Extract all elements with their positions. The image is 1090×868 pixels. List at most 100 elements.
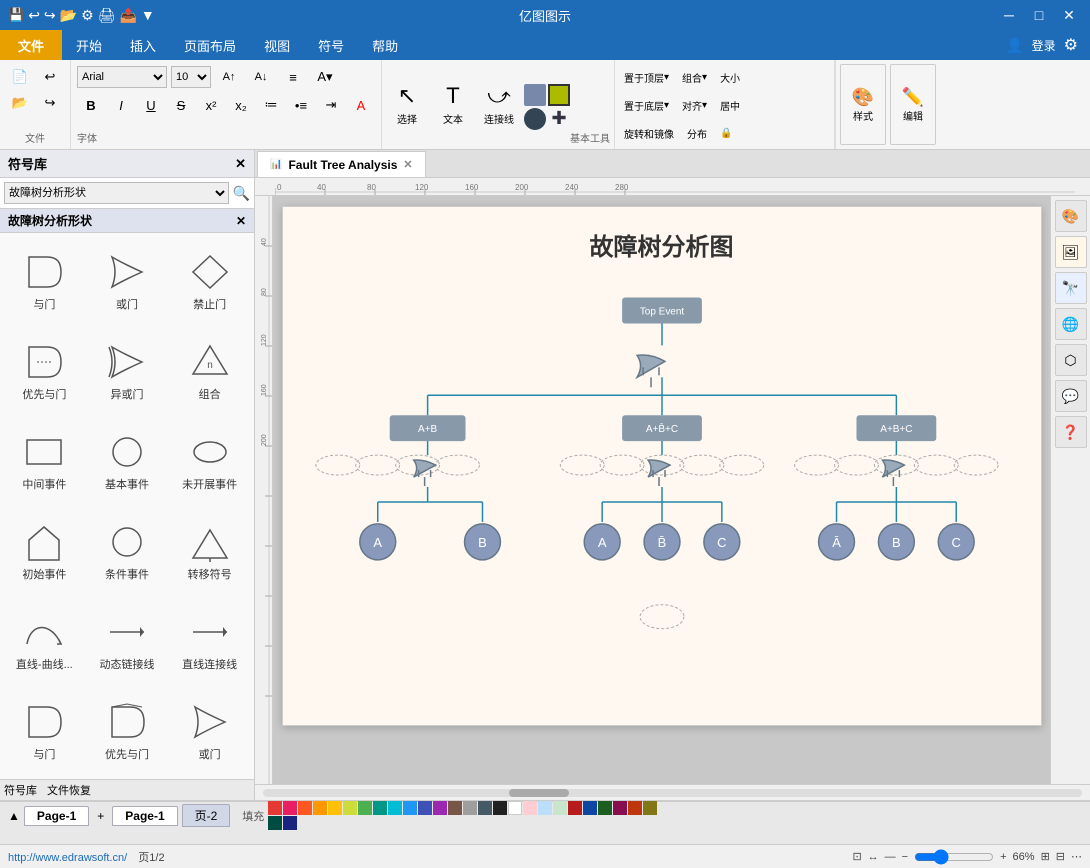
minimize-button[interactable]: ─ — [996, 5, 1022, 25]
font-color-button[interactable]: A — [347, 92, 375, 118]
menu-insert[interactable]: 插入 — [116, 30, 170, 60]
stroke-color-swatch[interactable] — [548, 84, 570, 106]
color-swatch-navy[interactable] — [283, 816, 297, 830]
search-panel-button[interactable]: 🔭 — [1055, 272, 1087, 304]
print-icon[interactable]: 🖨 — [98, 7, 116, 24]
edit-panel[interactable]: ✏️ 编辑 — [890, 64, 936, 145]
color-swatch-indigo[interactable] — [418, 801, 432, 815]
symbol-basic-event[interactable]: 基本事件 — [87, 417, 168, 505]
text-tool-button[interactable]: T 文本 — [432, 76, 474, 134]
menu-start[interactable]: 开始 — [62, 30, 116, 60]
symbol-priority-and-gate[interactable]: 优先与门 — [4, 327, 85, 415]
connect-tool-button[interactable]: ⤻ 连接线 — [478, 76, 520, 134]
color-swatch-teal[interactable] — [373, 801, 387, 815]
color-swatch-cyan[interactable] — [388, 801, 402, 815]
close-button[interactable]: ✕ — [1056, 5, 1082, 25]
symbol-footer-tab2[interactable]: 文件恢复 — [47, 782, 91, 798]
underline-button[interactable]: U — [137, 92, 165, 118]
fit-page-icon[interactable]: ⊡ — [852, 850, 861, 863]
color-swatch-dark-green[interactable] — [598, 801, 612, 815]
color-swatch-light-blue[interactable] — [538, 801, 552, 815]
maximize-button[interactable]: □ — [1026, 5, 1052, 25]
menu-help[interactable]: 帮助 — [358, 30, 412, 60]
fit-width-icon[interactable]: ↔ — [868, 851, 879, 863]
rotate-button[interactable]: 旋转和镜像 — [619, 120, 679, 146]
redo-toolbar-button[interactable]: ↪ — [36, 90, 64, 116]
save-icon[interactable]: 💾 — [8, 7, 24, 23]
menu-view[interactable]: 视图 — [250, 30, 304, 60]
color-swatch-pink[interactable] — [283, 801, 297, 815]
symbol-search-icon[interactable]: 🔍 — [233, 185, 250, 202]
zoom-slider[interactable] — [914, 849, 994, 865]
horizontal-scrollbar[interactable] — [255, 784, 1090, 800]
symbol-combination[interactable]: n 组合 — [169, 327, 250, 415]
page-tab-1[interactable]: Page-1 — [24, 806, 89, 826]
bullet-button[interactable]: •≡ — [287, 92, 315, 118]
symbol-transfer[interactable]: 转移符号 — [169, 507, 250, 595]
color-swatch-amber[interactable] — [313, 801, 327, 815]
palette-button[interactable]: 🎨 — [1055, 200, 1087, 232]
to-top-button[interactable]: 置于顶层▾ — [619, 64, 674, 90]
symbol-straight-connector[interactable]: 直线连接线 — [169, 597, 250, 685]
view-mode-icon[interactable]: ⊞ — [1041, 850, 1050, 863]
symbol-xor-gate[interactable]: 异或门 — [87, 327, 168, 415]
section-collapse-icon[interactable]: ✕ — [236, 214, 246, 228]
color-swatch-white[interactable] — [508, 801, 522, 815]
zoom-out-button[interactable]: − — [902, 851, 908, 863]
increase-font-button[interactable]: A↑ — [215, 64, 243, 90]
menu-page-layout[interactable]: 页面布局 — [170, 30, 250, 60]
list-button[interactable]: ≔ — [257, 92, 285, 118]
canvas-scroll[interactable]: 故障树分析图 — [273, 196, 1050, 784]
subscript-button[interactable]: x₂ — [227, 92, 255, 118]
bold-button[interactable]: B — [77, 92, 105, 118]
font-size-select[interactable]: 10 — [171, 66, 211, 88]
zoom-in-button[interactable]: + — [1000, 851, 1006, 863]
to-bottom-button[interactable]: 置于底层▾ — [619, 92, 674, 118]
group-button[interactable]: 组合▾ — [677, 64, 712, 90]
symbol-house-event[interactable]: 初始事件 — [4, 507, 85, 595]
color-swatch-gray[interactable] — [463, 801, 477, 815]
strikethrough-button[interactable]: S — [167, 92, 195, 118]
symbol-line-curve[interactable]: 直线-曲线... — [4, 597, 85, 685]
center-button[interactable]: 居中 — [715, 92, 745, 118]
h-scrollbar-thumb[interactable] — [509, 789, 569, 797]
globe-button[interactable]: 🌐 — [1055, 308, 1087, 340]
status-link[interactable]: http://www.edrawsoft.cn/ — [8, 852, 127, 864]
color-swatch-olive[interactable] — [643, 801, 657, 815]
color-swatch-purple[interactable] — [433, 801, 447, 815]
symbol-and-gate[interactable]: 与门 — [4, 237, 85, 325]
page-tab-2[interactable]: Page-1 — [112, 806, 177, 826]
symbol-lib-close-button[interactable]: ✕ — [235, 156, 246, 172]
select-tool-button[interactable]: ↖ 选择 — [386, 76, 428, 134]
connector-type-button[interactable]: ✚ — [548, 108, 570, 130]
open-toolbar-button[interactable]: 📂 — [6, 90, 34, 116]
align-arrange-button[interactable]: 对齐▾ — [677, 92, 712, 118]
help-panel-button[interactable]: ❓ — [1055, 416, 1087, 448]
distribute-button[interactable]: 分布 — [682, 120, 712, 146]
color-swatch-black[interactable] — [493, 801, 507, 815]
color-dropdown-button[interactable]: A▾ — [311, 64, 339, 90]
chat-button[interactable]: 💬 — [1055, 380, 1087, 412]
menu-file[interactable]: 文件 — [0, 30, 62, 60]
settings-button[interactable]: ⚙ — [1064, 35, 1078, 55]
symbol-category-select[interactable]: 故障树分析形状 — [4, 182, 229, 204]
quick-settings-icon[interactable]: ⚙ — [81, 7, 94, 24]
page-up-icon[interactable]: ▲ — [8, 809, 20, 823]
superscript-button[interactable]: x² — [197, 92, 225, 118]
color-swatch-dark-red[interactable] — [568, 801, 582, 815]
export-icon[interactable]: 📤 — [119, 7, 136, 24]
color-swatch-dark[interactable] — [478, 801, 492, 815]
symbol-dynamic-connector[interactable]: 动态链接线 — [87, 597, 168, 685]
color-swatch-deep-orange[interactable] — [628, 801, 642, 815]
add-page-button[interactable]: + — [97, 809, 104, 823]
protect-button[interactable]: 🔒 — [715, 120, 737, 146]
color-swatch-red[interactable] — [268, 801, 282, 815]
color-swatch-dark-blue[interactable] — [583, 801, 597, 815]
undo-toolbar-button[interactable]: ↩ — [36, 64, 64, 90]
color-swatch-light-red[interactable] — [523, 801, 537, 815]
font-family-select[interactable]: Arial — [77, 66, 167, 88]
shape-panel-button[interactable]: ⬡ — [1055, 344, 1087, 376]
color-swatch-blue[interactable] — [403, 801, 417, 815]
open-icon[interactable]: 📂 — [60, 7, 77, 24]
tab-close-button[interactable]: ✕ — [403, 158, 412, 171]
